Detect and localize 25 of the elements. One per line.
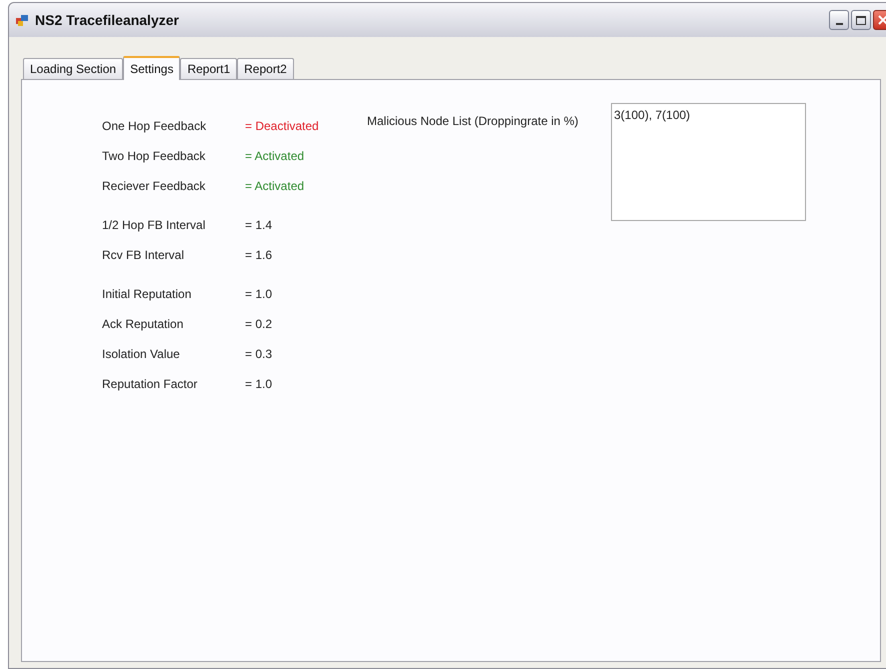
malicious-node-label: Malicious Node List (Droppingrate in %) (367, 113, 580, 130)
setting-value: = Activated (245, 178, 304, 194)
malicious-node-field[interactable]: 3(100), 7(100) (611, 103, 806, 221)
setting-label: One Hop Feedback (102, 118, 208, 134)
setting-label: Reciever Feedback (102, 178, 206, 194)
tab[interactable]: Loading Section (23, 58, 124, 79)
tab[interactable]: Report1 (180, 58, 238, 79)
setting-label: Initial Reputation (102, 286, 192, 302)
setting-label: Isolation Value (102, 346, 181, 362)
setting-value: = 1.4 (245, 216, 272, 234)
tab[interactable]: Report2 (237, 58, 294, 79)
setting-value: = 1.6 (245, 246, 272, 264)
setting-value: = 0.3 (245, 346, 272, 362)
window-title: NS2 Tracefileanalyzer (35, 10, 179, 30)
setting-label: 1/2 Hop FB Interval (102, 216, 206, 234)
setting-label: Ack Reputation (102, 316, 184, 332)
tab[interactable]: Settings (123, 56, 180, 80)
setting-label: Reputation Factor (102, 376, 198, 392)
setting-label: Two Hop Feedback (102, 148, 206, 164)
setting-value: = 1.0 (245, 286, 272, 302)
setting-label: Rcv FB Interval (102, 246, 186, 264)
setting-value: = 0.2 (245, 316, 272, 332)
setting-value: = Activated (245, 148, 304, 164)
setting-value: = Deactivated (245, 118, 319, 134)
setting-value: = 1.0 (245, 376, 272, 392)
